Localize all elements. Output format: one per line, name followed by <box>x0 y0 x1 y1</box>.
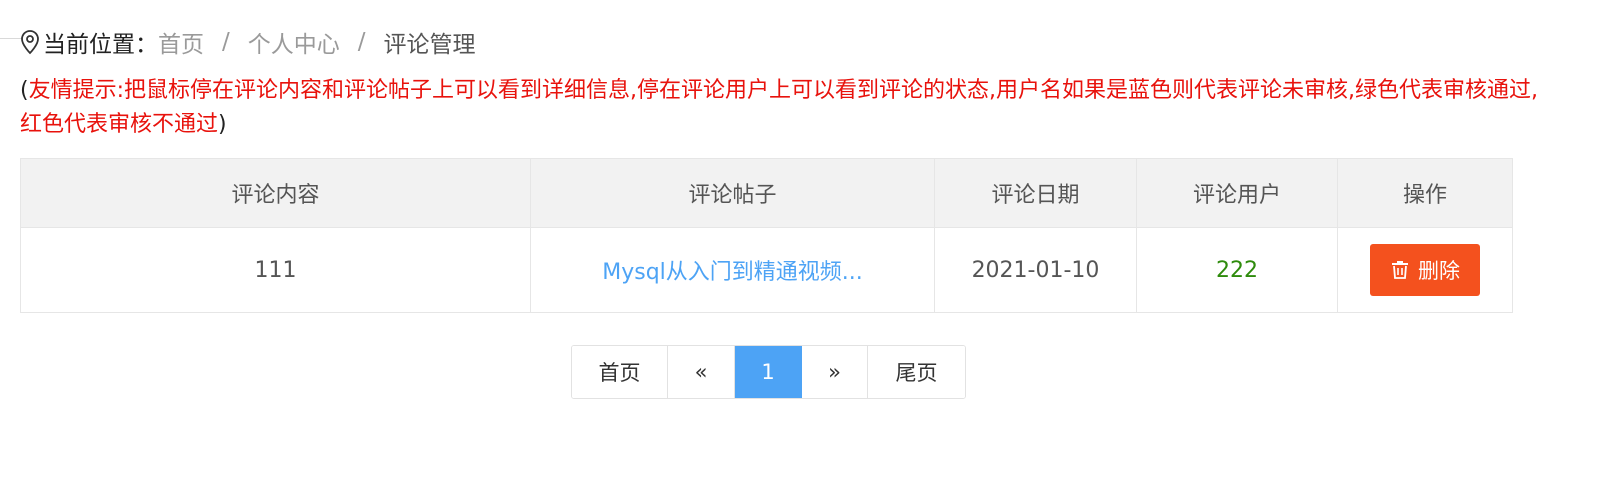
top-divider <box>0 38 22 39</box>
breadcrumb-separator: / <box>222 29 230 55</box>
table-header-row: 评论内容 评论帖子 评论日期 评论用户 操作 <box>20 158 1513 228</box>
breadcrumb-label: 当前位置： <box>43 32 158 58</box>
comment-table: 评论内容 评论帖子 评论日期 评论用户 操作 111 Mysql从入门到精通视频… <box>20 158 1513 313</box>
tip-notice: (友情提示:把鼠标停在评论内容和评论帖子上可以看到详细信息,停在评论用户上可以看… <box>20 74 1540 142</box>
page-current[interactable]: 1 <box>735 346 802 398</box>
page-last[interactable]: 尾页 <box>868 346 965 398</box>
trash-icon <box>1390 260 1410 280</box>
breadcrumb-separator: / <box>357 29 366 55</box>
pagination: 首页 « 1 » 尾页 <box>571 345 966 399</box>
cell-user: 222 <box>1136 227 1338 313</box>
cell-action: 删除 <box>1337 227 1513 313</box>
page-next[interactable]: » <box>802 346 868 398</box>
header-action: 操作 <box>1337 158 1513 228</box>
header-date: 评论日期 <box>934 158 1137 228</box>
breadcrumb-current: 评论管理 <box>383 32 476 58</box>
tip-open-paren: ( <box>20 78 29 103</box>
comment-user-name[interactable]: 222 <box>1216 258 1258 283</box>
post-link[interactable]: Mysql从入门到精通视频... <box>602 260 863 285</box>
header-user: 评论用户 <box>1136 158 1338 228</box>
breadcrumb: 当前位置： 首页 / 个人中心 / 评论管理 <box>20 22 476 62</box>
table-row: 111 Mysql从入门到精通视频... 2021-01-10 222 删除 <box>20 227 1513 313</box>
tip-close-paren: ) <box>218 112 227 137</box>
header-content: 评论内容 <box>20 158 531 228</box>
breadcrumb-home[interactable]: 首页 <box>158 25 204 59</box>
cell-content[interactable]: 111 <box>20 227 531 313</box>
breadcrumb-personal-center[interactable]: 个人中心 <box>248 25 340 59</box>
page-prev[interactable]: « <box>668 346 735 398</box>
page-first[interactable]: 首页 <box>572 346 668 398</box>
delete-button-label: 删除 <box>1418 259 1460 283</box>
cell-post: Mysql从入门到精通视频... <box>530 227 935 313</box>
cell-date: 2021-01-10 <box>934 227 1137 313</box>
header-post: 评论帖子 <box>530 158 935 228</box>
delete-button[interactable]: 删除 <box>1370 244 1480 296</box>
tip-text: 友情提示:把鼠标停在评论内容和评论帖子上可以看到详细信息,停在评论用户上可以看到… <box>20 78 1538 137</box>
location-pin-icon <box>20 29 40 55</box>
